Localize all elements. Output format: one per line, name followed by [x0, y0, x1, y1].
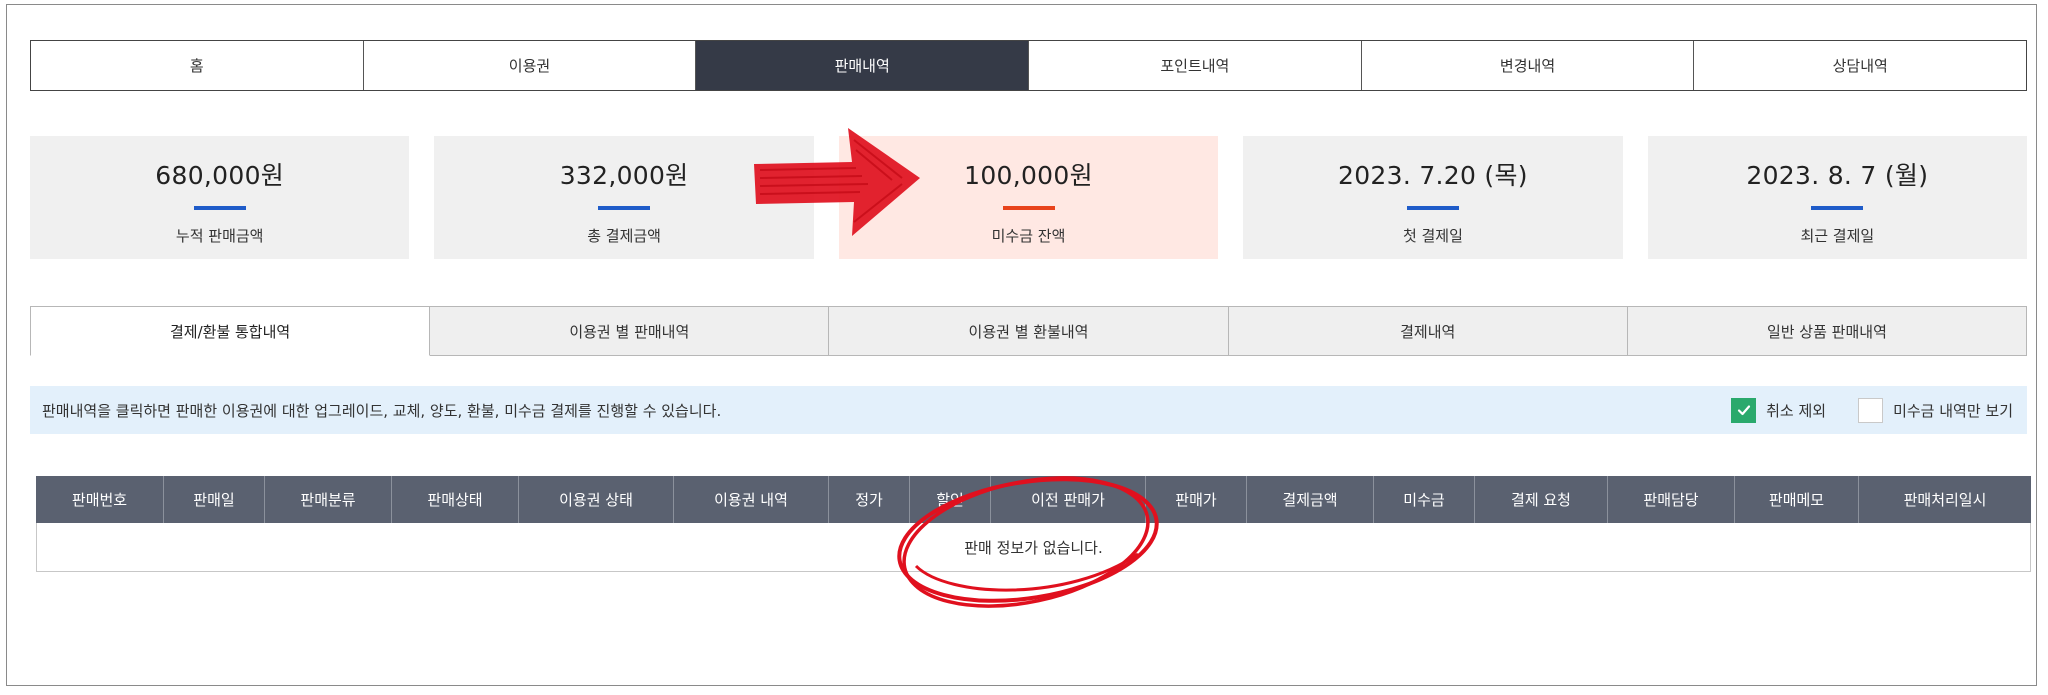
column-header[interactable]: 결제금액: [1247, 476, 1374, 523]
stat-underline: [598, 206, 651, 210]
column-header[interactable]: 판매상태: [392, 476, 519, 523]
info-bar: 판매내역을 클릭하면 판매한 이용권에 대한 업그레이드, 교체, 양도, 환불…: [30, 386, 2027, 434]
exclude-cancel-label: 취소 제외: [1766, 401, 1827, 420]
stat-value: 680,000원: [155, 161, 285, 190]
stat-label: 누적 판매금액: [175, 227, 264, 245]
red-circle-annotation: [897, 476, 1159, 608]
stat-underline: [1406, 206, 1459, 210]
checkmark-icon: [1737, 405, 1750, 416]
filter-options: 취소 제외 미수금 내역만 보기: [1731, 386, 2013, 434]
stat-value: 100,000원: [964, 161, 1093, 190]
stat-underline: [193, 206, 246, 210]
stat-card-last-payment-date: 2023. 8. 7 (월) 최근 결제일: [1647, 136, 2028, 259]
summary-stats: 680,000원 누적 판매금액 332,000원 총 결제금액 100,000…: [30, 136, 2028, 259]
tab-membership[interactable]: 이용권: [363, 41, 697, 90]
stat-value: 2023. 7.20 (목): [1338, 161, 1528, 190]
red-arrow-annotation: [754, 128, 920, 236]
column-header[interactable]: 이용권 내역: [674, 476, 829, 523]
checkbox-checked[interactable]: [1731, 397, 1757, 423]
column-header[interactable]: 결제 요청: [1475, 476, 1608, 523]
stat-underline: [1002, 206, 1055, 210]
column-header[interactable]: 판매번호: [36, 476, 164, 523]
sales-subtabs: 결제/환불 통합내역 이용권 별 판매내역 이용권 별 환불내역 결제내역 일반…: [30, 306, 2028, 356]
column-header[interactable]: 판매일: [164, 476, 265, 523]
stat-value: 332,000원: [559, 161, 689, 190]
tab-sales-history[interactable]: 판매내역: [696, 41, 1030, 90]
exclude-cancel-checkbox[interactable]: 취소 제외: [1731, 397, 1827, 423]
info-message: 판매내역을 클릭하면 판매한 이용권에 대한 업그레이드, 교체, 양도, 환불…: [42, 401, 722, 420]
unpaid-only-label: 미수금 내역만 보기: [1893, 401, 2013, 420]
stat-label: 첫 결제일: [1402, 227, 1463, 245]
column-header[interactable]: 판매분류: [265, 476, 392, 523]
column-header[interactable]: 이용권 상태: [519, 476, 674, 523]
stat-label: 최근 결제일: [1800, 227, 1875, 245]
stat-card-first-payment-date: 2023. 7.20 (목) 첫 결제일: [1243, 136, 1623, 259]
subtab-sales-by-membership[interactable]: 이용권 별 판매내역: [430, 306, 830, 356]
tab-consultation-history[interactable]: 상담내역: [1694, 41, 2027, 90]
column-header[interactable]: 미수금: [1374, 476, 1475, 523]
stat-underline: [1811, 206, 1864, 210]
stat-label: 총 결제금액: [587, 227, 661, 245]
stat-card-total-sales: 680,000원 누적 판매금액: [30, 136, 410, 259]
subtab-general-product-sales[interactable]: 일반 상품 판매내역: [1627, 306, 2028, 356]
subtab-payment-history[interactable]: 결제내역: [1228, 306, 1628, 356]
column-header[interactable]: 판매메모: [1735, 476, 1859, 523]
column-header[interactable]: 판매처리일시: [1859, 476, 2031, 523]
top-navigation: 홈 이용권 판매내역 포인트내역 변경내역 상담내역: [30, 40, 2027, 91]
stat-label: 미수금 잔액: [991, 227, 1066, 245]
checkbox-unchecked[interactable]: [1858, 397, 1884, 423]
tab-home[interactable]: 홈: [31, 41, 364, 90]
subtab-payment-refund-combined[interactable]: 결제/환불 통합내역: [30, 306, 431, 356]
column-header[interactable]: 판매담당: [1608, 476, 1735, 523]
stat-value: 2023. 8. 7 (월): [1746, 161, 1929, 190]
tab-change-history[interactable]: 변경내역: [1361, 41, 1695, 90]
tab-points-history[interactable]: 포인트내역: [1029, 41, 1362, 90]
unpaid-only-checkbox[interactable]: 미수금 내역만 보기: [1858, 397, 2013, 423]
subtab-refunds-by-membership[interactable]: 이용권 별 환불내역: [829, 306, 1229, 356]
